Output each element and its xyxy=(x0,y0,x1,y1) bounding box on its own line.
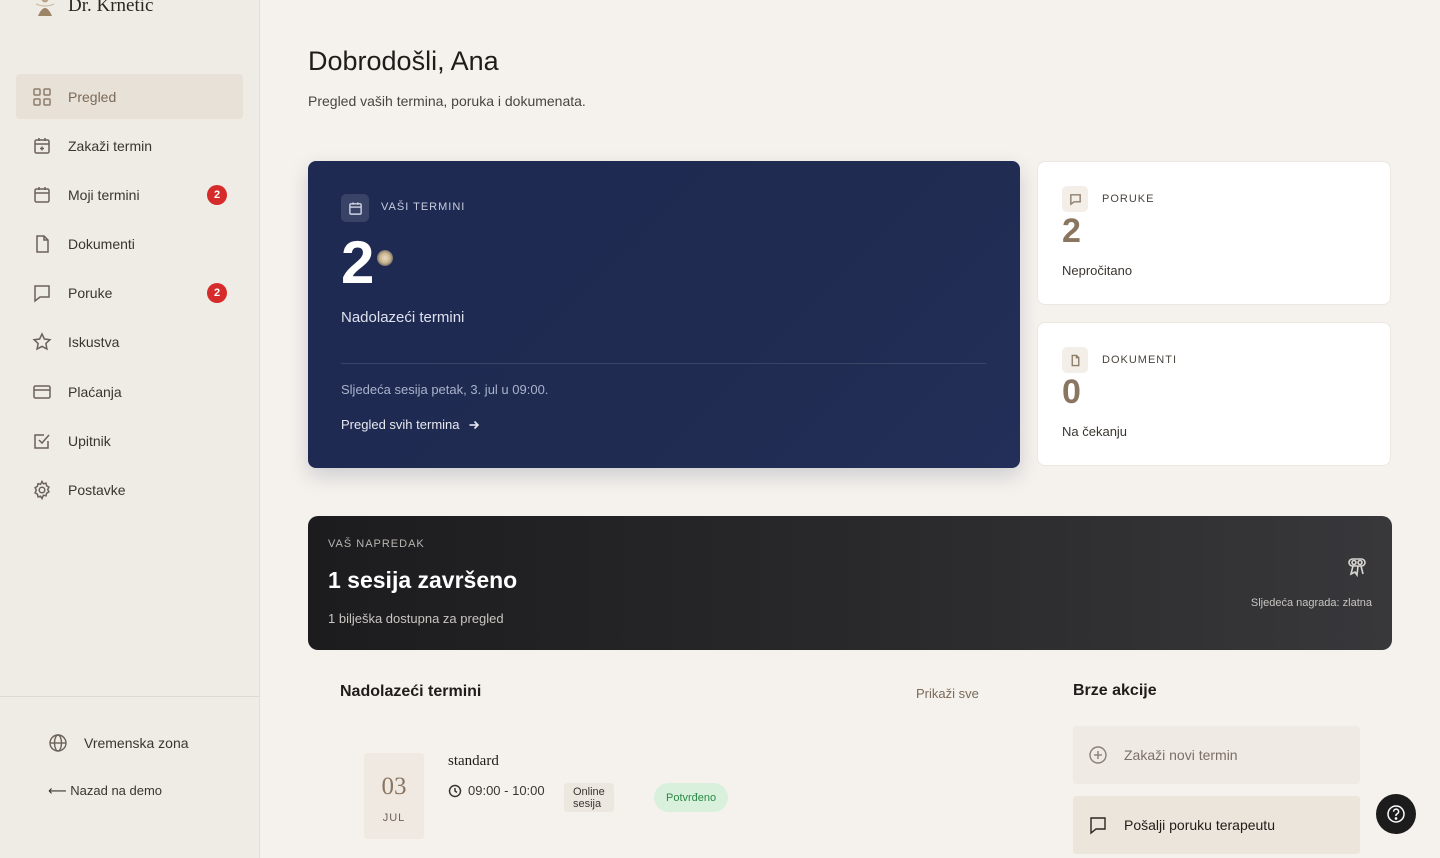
sidebar-item-label: Plaćanja xyxy=(68,383,122,400)
date-box: 03 JUL xyxy=(364,753,424,839)
show-all-link[interactable]: Prikaži sve xyxy=(916,686,979,701)
appointment-time-label: 09:00 - 10:00 xyxy=(468,783,545,798)
divider xyxy=(341,363,986,364)
message-therapist-button[interactable]: Pošalji poruku terapeutu xyxy=(1073,796,1360,854)
messages-caption: Nepročitano xyxy=(1062,263,1133,278)
appointment-month: JUL xyxy=(382,812,406,824)
messages-card[interactable]: PORUKE 2 Nepročitano xyxy=(1037,161,1391,305)
sidebar-item-upitnik[interactable]: Upitnik xyxy=(16,418,243,463)
arrow-right-icon xyxy=(469,420,479,429)
progress-subtitle: 1 bilješka dostupna za pregled xyxy=(328,611,504,626)
sidebar-divider xyxy=(0,696,259,697)
documents-count: 0 xyxy=(1062,373,1081,411)
documents-card[interactable]: DOKUMENTI 0 Na čekanju xyxy=(1037,322,1391,466)
plus-circle-icon xyxy=(1089,746,1107,764)
brand[interactable]: Dr. Krnetić xyxy=(34,0,153,18)
session-mode-tag: Online sesija xyxy=(564,783,614,812)
timezone-label: Vremenska zona xyxy=(84,735,189,751)
help-icon xyxy=(1387,805,1405,823)
help-button[interactable] xyxy=(1376,794,1416,834)
sidebar-item-dokumenti[interactable]: Dokumenti xyxy=(16,222,243,267)
message-icon xyxy=(1090,817,1106,835)
message-therapist-label: Pošalji poruku terapeutu xyxy=(1124,817,1275,833)
messages-count: 2 xyxy=(1062,212,1081,250)
glow-dot xyxy=(377,250,393,266)
timezone-button[interactable]: Vremenska zona xyxy=(48,733,189,753)
calendar-icon xyxy=(341,194,369,222)
notification-badge: 2 xyxy=(207,283,227,304)
view-all-appointments-label: Pregled svih termina xyxy=(341,417,460,432)
quick-actions-title: Brze akcije xyxy=(1073,682,1157,699)
sidebar-item-label: Dokumenti xyxy=(68,236,135,253)
schedule-new-appointment-label: Zakaži novi termin xyxy=(1124,747,1238,763)
sidebar-item-label: Poruke xyxy=(68,285,113,302)
sidebar-item-postavke[interactable]: Postavke xyxy=(16,468,243,513)
figure-logo-icon xyxy=(35,0,55,16)
page-title: Dobrodošli, Ana xyxy=(308,46,499,76)
status-badge: Potvrđeno xyxy=(654,783,729,812)
sidebar-item-label: Iskustva xyxy=(68,334,120,351)
back-to-demo-link[interactable]: ⟵ Nazad na demo xyxy=(48,783,162,799)
sidebar-nav: Pregled Zakaži termin Moji termini 2 Dok… xyxy=(16,74,243,517)
next-session-text: Sljedeća sesija petak, 3. jul u 09:00. xyxy=(341,382,549,397)
documents-label: DOKUMENTI xyxy=(1102,354,1177,366)
sidebar-item-label: Moji termini xyxy=(68,186,140,203)
sidebar-item-zakazi-termin[interactable]: Zakaži termin xyxy=(16,123,243,168)
sidebar-item-moji-termini[interactable]: Moji termini 2 xyxy=(16,172,243,217)
appointments-count: 2 xyxy=(341,229,375,296)
credit-card-icon xyxy=(32,382,52,402)
upcoming-section-title: Nadolazeći termini xyxy=(340,683,482,700)
award-icon xyxy=(1346,554,1370,578)
clock-icon xyxy=(448,784,462,797)
schedule-new-appointment-button[interactable]: Zakaži novi termin xyxy=(1073,726,1360,784)
sidebar-item-iskustva[interactable]: Iskustva xyxy=(16,320,243,365)
appointments-caption: Nadolazeći termini xyxy=(341,309,465,326)
checkbox-icon xyxy=(32,431,52,451)
sidebar-item-label: Pregled xyxy=(68,88,117,105)
progress-title: 1 sesija završeno xyxy=(328,567,518,593)
messages-label: PORUKE xyxy=(1102,193,1155,205)
sidebar-item-label: Postavke xyxy=(68,482,126,498)
sidebar-item-poruke[interactable]: Poruke 2 xyxy=(16,271,243,316)
calendar-icon xyxy=(32,185,52,205)
calendar-plus-icon xyxy=(32,136,52,156)
appointments-label: VAŠI TERMINI xyxy=(381,201,466,213)
message-icon xyxy=(1062,186,1088,212)
notification-badge: 2 xyxy=(207,184,227,205)
page-subtitle: Pregled vaših termina, poruka i dokumena… xyxy=(308,93,586,109)
documents-caption: Na čekanju xyxy=(1062,424,1128,439)
sidebar: Dr. Krnetić Pregled Zakaži termin Moji t… xyxy=(0,0,260,858)
sidebar-item-placanja[interactable]: Plaćanja xyxy=(16,369,243,414)
message-icon xyxy=(32,283,52,303)
next-reward-text: Sljedeća nagrada: zlatna xyxy=(1250,597,1372,609)
sidebar-item-label: Upitnik xyxy=(68,432,111,449)
sidebar-item-pregled[interactable]: Pregled xyxy=(16,74,243,119)
grid-icon xyxy=(32,87,52,107)
brand-name: Dr. Krnetić xyxy=(68,0,154,16)
file-icon xyxy=(32,234,52,254)
appointment-time: 09:00 - 10:00 xyxy=(448,783,545,798)
globe-icon xyxy=(49,734,67,752)
appointment-type: standard xyxy=(448,753,499,769)
progress-card: VAŠ NAPREDAK 1 sesija završeno 1 bilješk… xyxy=(308,516,1392,650)
sidebar-item-label: Zakaži termin xyxy=(68,137,153,154)
progress-label: VAŠ NAPREDAK xyxy=(328,538,425,550)
appointments-card: VAŠI TERMINI 2 Nadolazeći termini Sljede… xyxy=(308,161,1020,468)
appointment-day: 03 xyxy=(381,773,407,800)
star-icon xyxy=(32,332,52,352)
file-icon xyxy=(1062,347,1088,373)
gear-icon xyxy=(32,480,52,500)
view-all-appointments-link[interactable]: Pregled svih termina xyxy=(341,417,480,432)
